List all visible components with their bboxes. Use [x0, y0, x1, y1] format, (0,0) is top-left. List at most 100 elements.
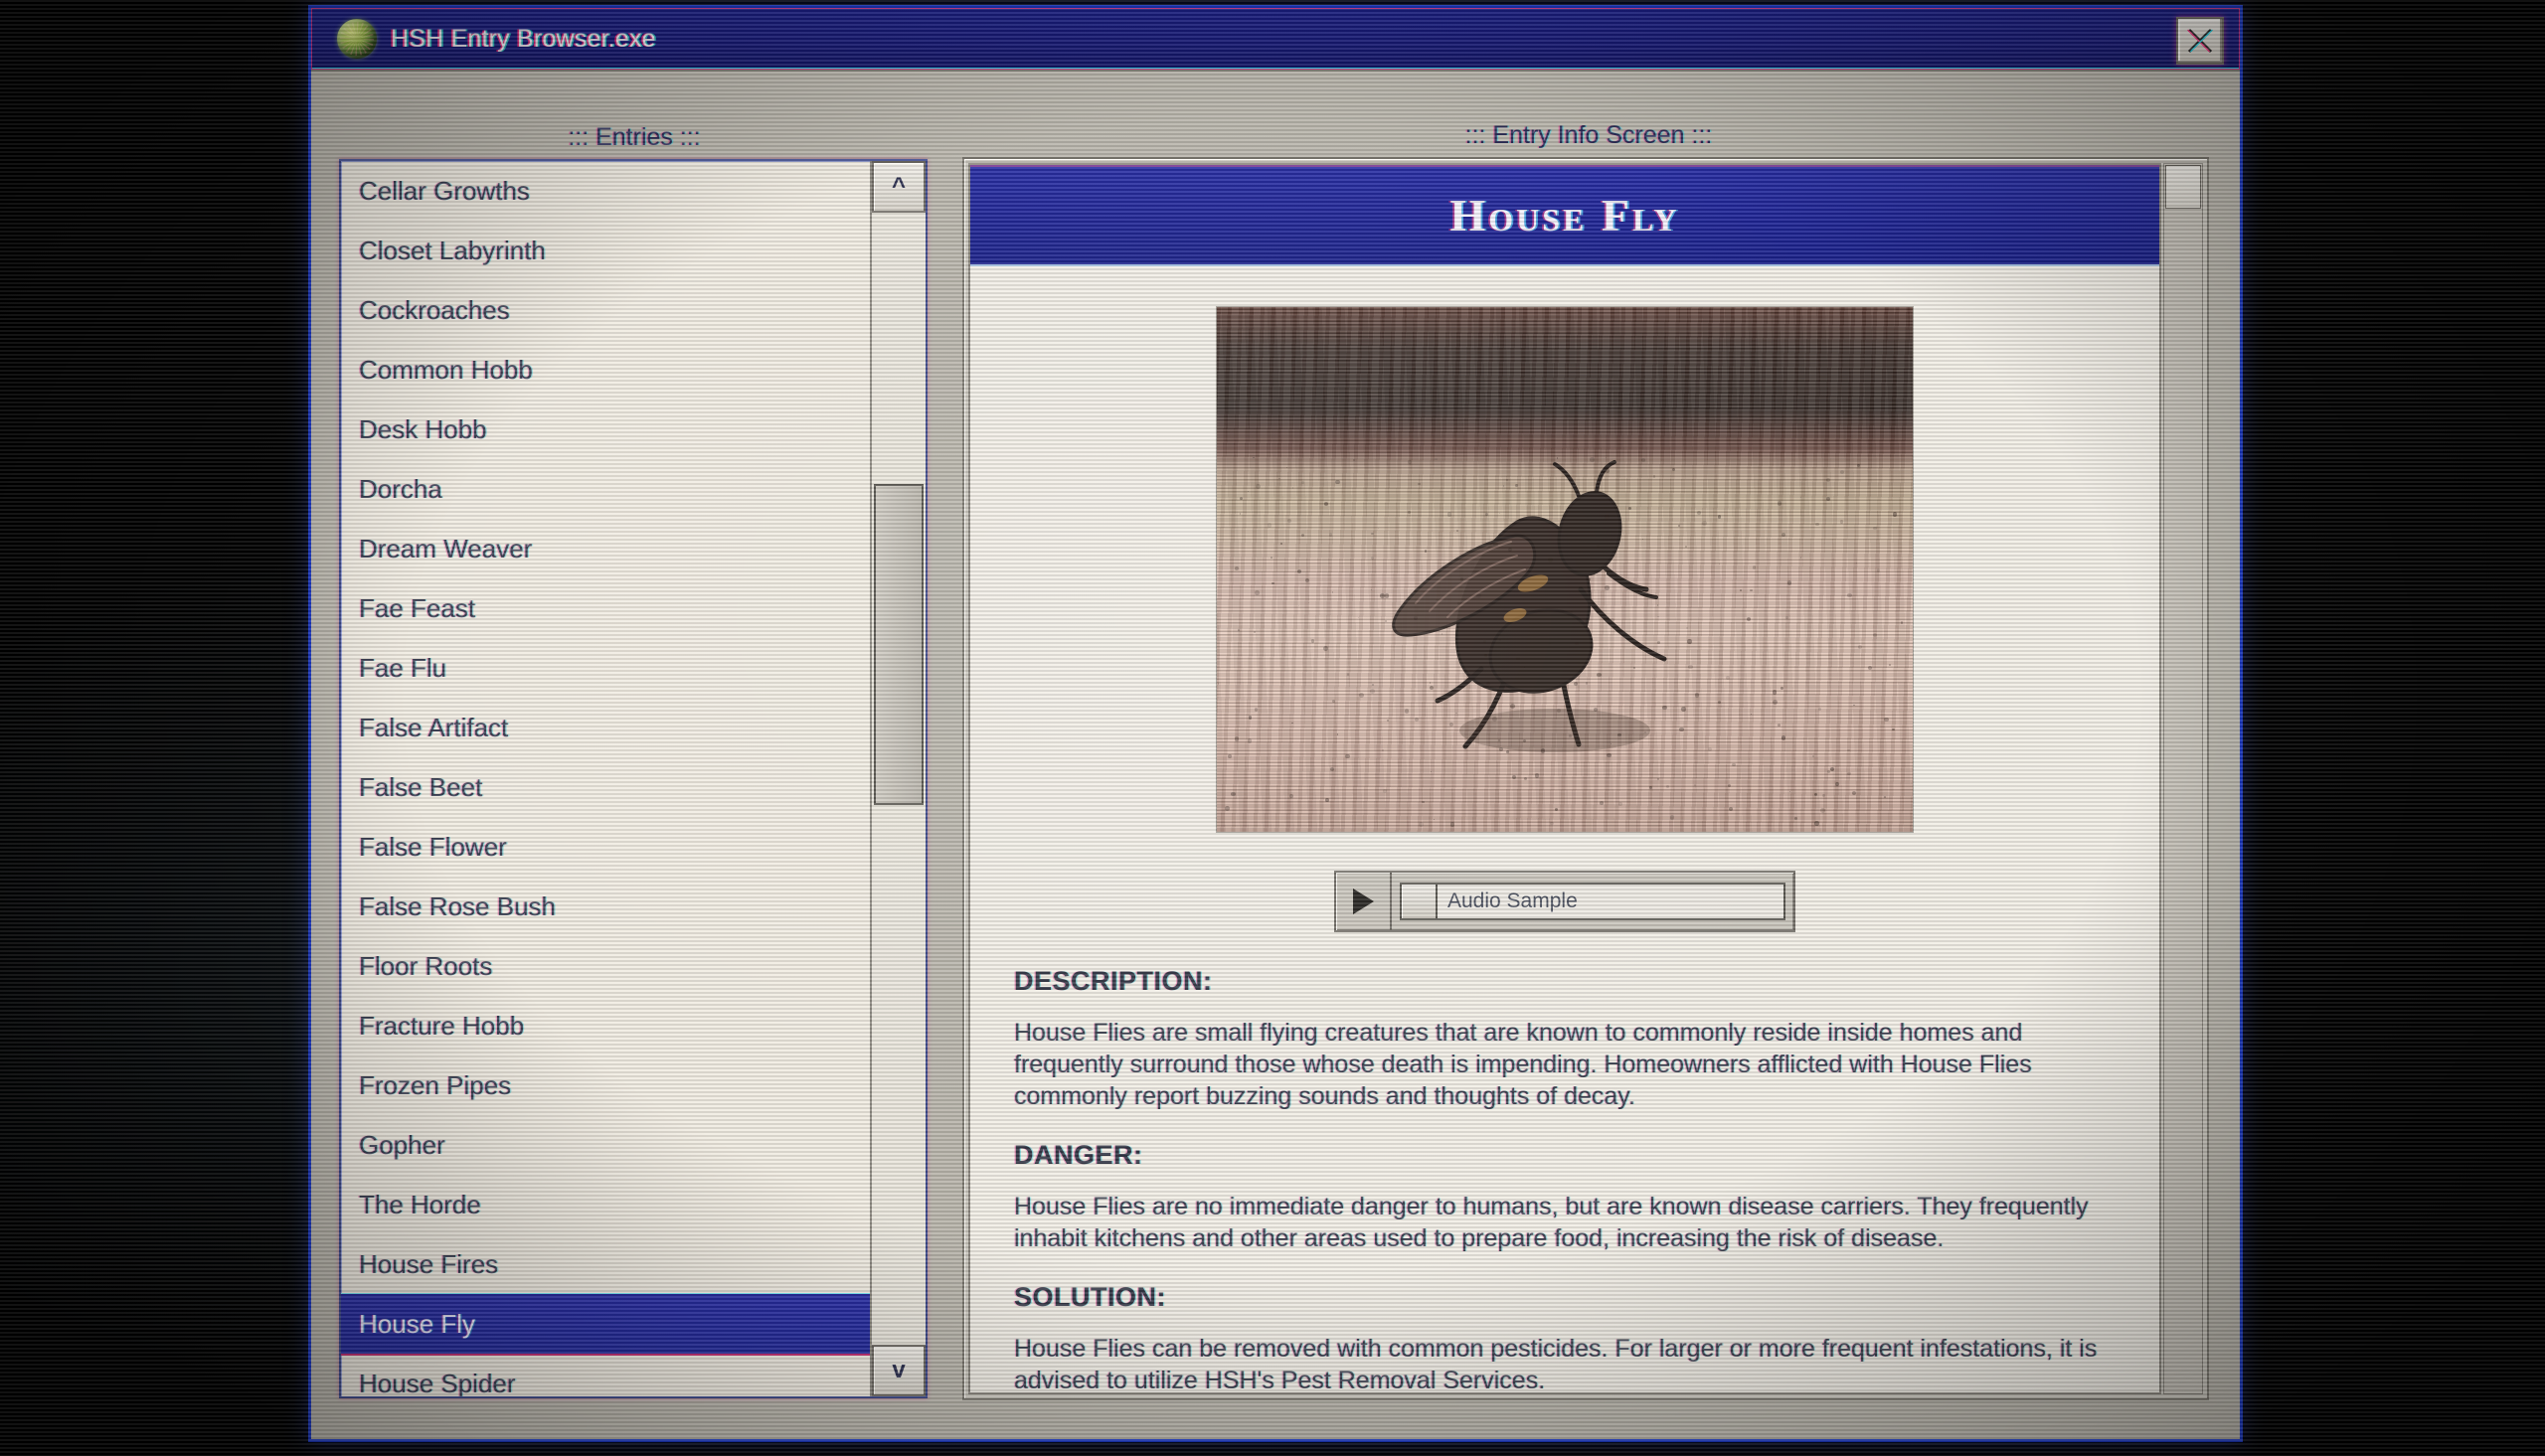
list-item[interactable]: Fae Flu — [341, 638, 870, 698]
audio-slider[interactable]: Audio Sample — [1400, 883, 1785, 920]
section-heading: SOLUTION: — [1014, 1282, 1166, 1312]
window-title-bar[interactable]: HSH Entry Browser.exe — [311, 8, 2240, 72]
list-item[interactable]: Dream Weaver — [341, 519, 870, 578]
list-item[interactable]: Gopher — [341, 1115, 870, 1175]
photo-speck — [1799, 557, 1801, 559]
audio-sample-label: Audio Sample — [1438, 883, 1785, 920]
scroll-up-button[interactable]: ^ — [872, 161, 926, 213]
photo-speck — [1688, 664, 1693, 670]
photo-speck — [1702, 520, 1708, 526]
photo-speck — [1773, 699, 1778, 705]
list-item[interactable]: False Beet — [341, 757, 870, 817]
play-button[interactable] — [1336, 873, 1392, 930]
photo-speck — [1515, 656, 1520, 661]
photo-speck — [1255, 590, 1260, 595]
list-item[interactable]: House Fly — [341, 1294, 870, 1354]
photo-speck — [1498, 747, 1503, 751]
list-item[interactable]: House Fires — [341, 1234, 870, 1294]
info-panel-caption: ::: Entry Info Screen ::: — [1464, 121, 1713, 149]
photo-speck — [1485, 681, 1490, 686]
photo-speck — [1781, 735, 1785, 740]
list-item[interactable]: False Artifact — [341, 698, 870, 757]
window-title: HSH Entry Browser.exe — [391, 24, 656, 53]
photo-speck — [1590, 457, 1595, 462]
audio-player-wrapper: Audio Sample — [970, 871, 2159, 932]
photo-speck — [1830, 766, 1835, 771]
photo-speck — [1404, 709, 1410, 714]
photo-speck — [1678, 727, 1684, 732]
photo-speck — [1740, 589, 1742, 591]
entry-info-panel: House Fly Audio Sample DESCRIPTION: Hous… — [962, 157, 2209, 1400]
audio-slider-handle[interactable] — [1400, 883, 1438, 920]
play-icon — [1353, 889, 1374, 914]
section-body: House Flies can be removed with common p… — [1014, 1335, 2098, 1394]
list-item[interactable]: Common Hobb — [341, 340, 870, 400]
photo-speck — [1554, 808, 1558, 811]
photo-speck — [1846, 771, 1851, 776]
photo-speck — [1323, 645, 1328, 651]
photo-speck — [1605, 514, 1610, 520]
photo-speck — [1384, 593, 1390, 598]
scroll-down-button[interactable]: v — [872, 1345, 926, 1396]
info-scroll-thumb[interactable] — [2165, 165, 2201, 209]
photo-speck — [1323, 502, 1328, 507]
audio-player[interactable]: Audio Sample — [1334, 871, 1795, 932]
list-item[interactable]: False Flower — [341, 817, 870, 877]
desktop-background: HSH Entry Browser.exe ::: Entries ::: Ce… — [0, 0, 2545, 1456]
list-item[interactable]: Cockroaches — [341, 280, 870, 340]
entry-title: House Fly — [1449, 189, 1680, 241]
photo-speck — [1291, 487, 1293, 489]
photo-speck — [1681, 707, 1686, 712]
list-item[interactable]: False Rose Bush — [341, 877, 870, 936]
photo-speck — [1889, 664, 1891, 666]
photo-speck — [1586, 576, 1591, 581]
photo-speck — [1893, 512, 1898, 517]
photo-speck — [1732, 762, 1736, 767]
list-item[interactable]: Floor Roots — [341, 936, 870, 996]
photo-speck — [1605, 456, 1607, 458]
photo-speck — [1253, 456, 1255, 459]
entry-photo-wrapper — [970, 306, 2159, 833]
photo-speck — [1449, 822, 1455, 827]
list-item[interactable]: Fracture Hobb — [341, 996, 870, 1055]
photo-speck — [1328, 533, 1332, 537]
entries-list-panel: Cellar Growths Closet Labyrinth Cockroache… — [339, 159, 928, 1398]
photo-speck — [1825, 497, 1830, 502]
photo-speck — [1786, 580, 1792, 585]
entries-scrollbar[interactable]: ^ v — [870, 161, 926, 1396]
list-item[interactable]: Dorcha — [341, 459, 870, 519]
photo-speck — [1825, 477, 1830, 482]
photo-speck — [1369, 688, 1375, 694]
photo-speck — [1507, 547, 1512, 552]
photo-speck — [1858, 645, 1862, 650]
list-item[interactable]: The Horde — [341, 1175, 870, 1234]
photo-speck — [1308, 601, 1309, 603]
photo-speck — [1648, 786, 1652, 789]
list-item[interactable]: Cellar Growths — [341, 161, 870, 221]
list-item[interactable]: Fae Feast — [341, 578, 870, 638]
photo-speck — [1310, 639, 1315, 643]
scroll-track[interactable] — [872, 213, 926, 1345]
info-scrollbar[interactable] — [2163, 163, 2203, 1394]
list-item[interactable]: Desk Hobb — [341, 400, 870, 459]
photo-speck — [1506, 750, 1509, 754]
photo-speck — [1331, 700, 1335, 703]
photo-speck — [1556, 457, 1558, 459]
scroll-thumb[interactable] — [874, 484, 924, 806]
photo-speck — [1876, 568, 1881, 572]
photo-speck — [1717, 515, 1722, 519]
photo-speck — [1605, 585, 1610, 590]
photo-speck — [1855, 563, 1857, 565]
list-item[interactable]: Closet Labyrinth — [341, 221, 870, 280]
photo-speck — [1547, 558, 1553, 564]
photo-speck — [1839, 469, 1844, 474]
photo-speck — [1476, 593, 1481, 598]
photo-speck — [1656, 604, 1659, 606]
list-item[interactable]: House Spider — [341, 1354, 870, 1396]
close-button[interactable] — [2176, 17, 2224, 65]
list-item[interactable]: Frozen Pipes — [341, 1055, 870, 1115]
entries-list[interactable]: Cellar Growths Closet Labyrinth Cockroache… — [341, 161, 870, 1396]
photo-speck — [1228, 754, 1232, 758]
application-window: HSH Entry Browser.exe ::: Entries ::: Ce… — [308, 5, 2243, 1442]
photo-speck — [1231, 791, 1236, 797]
